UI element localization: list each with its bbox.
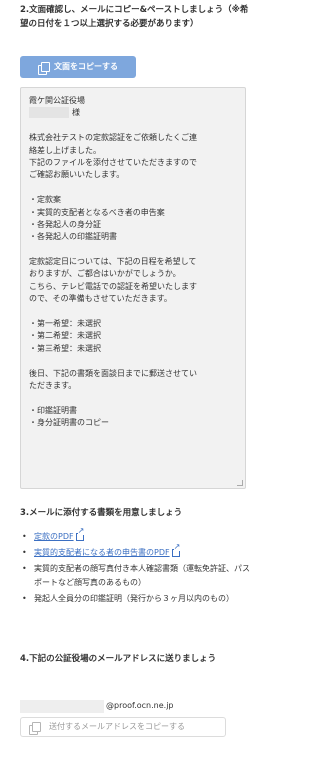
redacted-name — [29, 107, 69, 119]
list-item: 実質的支配者の顔写真付き本人確認書類（運転免許証、パスポートなど顔写真のあるもの… — [20, 562, 252, 588]
letter-line — [29, 355, 237, 367]
letter-line: 絡差し上げました。 — [29, 145, 101, 155]
step4-title: 4.下記の公証役場のメールアドレスに送りましょう — [20, 654, 217, 664]
letter-line: 様 — [72, 108, 80, 118]
letter-line — [29, 120, 237, 132]
letter-line: ・第一希望：未選択 — [29, 319, 101, 329]
external-link-icon — [75, 527, 85, 541]
beneficial-owner-declaration-pdf-link[interactable]: 実質的支配者になる者の申告書のPDF — [34, 548, 170, 557]
letter-line: ・定款案 — [29, 195, 61, 205]
copy-icon — [29, 721, 41, 735]
letter-line-addressee: 様 — [29, 107, 237, 119]
list-item: 実質的支配者になる者の申告書のPDF — [20, 543, 252, 560]
letter-line: 株式会社テストの定款認証をご依頼したくご連 — [29, 133, 197, 143]
copy-email-address-button[interactable]: 送付するメールアドレスをコピーする — [20, 717, 226, 737]
list-item-text: 実質的支配者の顔写真付き本人確認書類（運転免許証、パスポートなど顔写真のあるもの… — [34, 564, 250, 587]
list-item-text: 発起人全員分の印鑑証明（発行から３ヶ月以内のもの） — [34, 593, 234, 603]
letter-line: ご確認お願いいたします。 — [29, 170, 125, 180]
resize-grip-icon[interactable] — [237, 480, 243, 486]
letter-line: ・各発起人の印鑑証明書 — [29, 232, 117, 242]
letter-line: ただきます。 — [29, 380, 77, 390]
list-item: 発起人全員分の印鑑証明（発行から３ヶ月以内のもの） — [20, 592, 252, 605]
letter-line — [29, 244, 237, 256]
letter-line: ・実質的支配者となるべき者の申告案 — [29, 207, 165, 217]
letter-line: 後日、下記の書類を面談日までに郵送させてい — [29, 368, 197, 378]
list-item: 定款のPDF — [20, 527, 252, 543]
letter-line: ・第二希望：未選択 — [29, 331, 101, 341]
letter-line — [29, 392, 237, 404]
letter-line: おりますが、ご都合はいかがでしょうか。 — [29, 269, 181, 279]
letter-line: こちら、テレビ電話での認証を希望いたします — [29, 281, 197, 291]
external-link-icon — [171, 543, 181, 558]
redacted-email-local-part — [20, 700, 104, 713]
letter-line: ・身分証明書のコピー — [29, 418, 109, 428]
email-body-textarea[interactable]: 霞ケ関公証役場 様 株式会社テストの定款認証をご依頼したくご連 絡差し上げました… — [20, 87, 246, 489]
step3-title: 3.メールに添付する書類を用意しましょう — [20, 508, 183, 518]
step2-title: 2.文面確認し、メールにコピー&ペーストしましょう（※希望の日付を１つ以上選択す… — [20, 5, 249, 29]
email-domain: @proof.ocn.ne.jp — [106, 701, 174, 711]
letter-line: ・第三希望：未選択 — [29, 343, 101, 353]
articles-pdf-link[interactable]: 定款のPDF — [34, 532, 74, 541]
copy-text-button[interactable]: 文面をコピーする — [20, 56, 136, 78]
attachment-document-list: 定款のPDF 実質的支配者になる者の申告書のPDF 実質的支配者の顔写真付き本人… — [20, 527, 252, 608]
onboarding-steps-panel: 2.文面確認し、メールにコピー&ペーストしましょう（※希望の日付を１つ以上選択す… — [0, 0, 266, 762]
letter-line: 下記のファイルを添付させていただきますので — [29, 157, 197, 167]
letter-line: ・各発起人の身分証 — [29, 219, 101, 229]
letter-line — [29, 182, 237, 194]
copy-icon — [38, 61, 50, 75]
letter-line — [29, 306, 237, 318]
copy-email-address-button-label: 送付するメールアドレスをコピーする — [49, 721, 185, 731]
letter-line: 霞ケ関公証役場 — [29, 96, 85, 105]
letter-line: ので、その準備もさせていただきます。 — [29, 294, 172, 304]
copy-text-button-label: 文面をコピーする — [54, 61, 118, 71]
letter-line: ・印鑑証明書 — [29, 405, 77, 415]
notary-email-address: @proof.ocn.ne.jp — [20, 700, 174, 713]
letter-line: 定款認定日については、下記の日程を希望して — [29, 257, 197, 267]
